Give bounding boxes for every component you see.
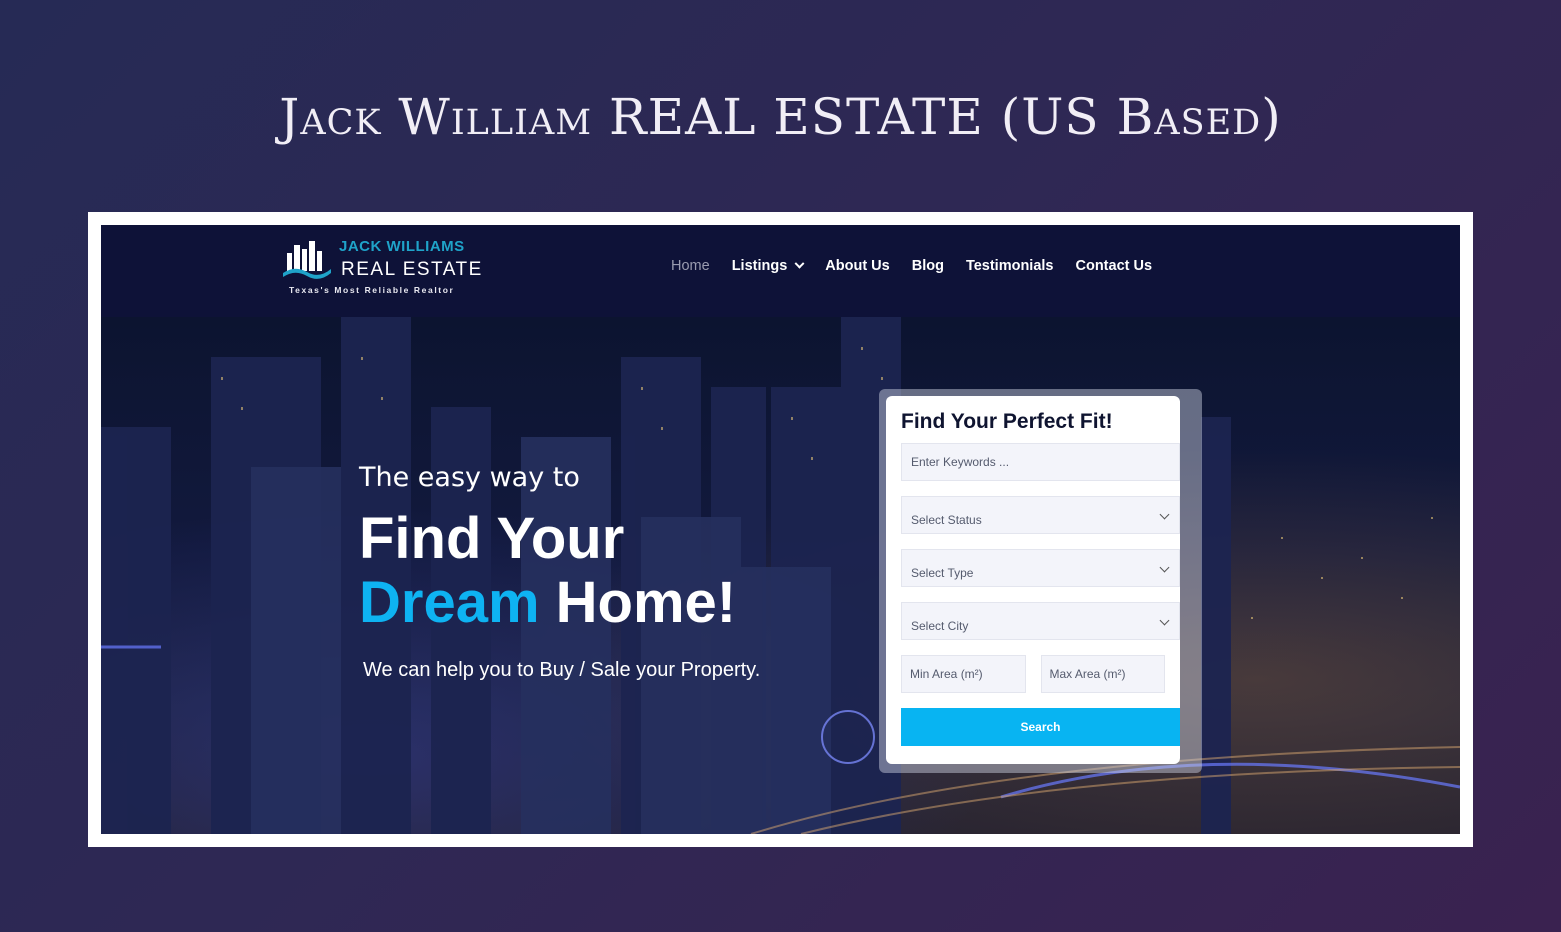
main-menu: Home Listings About Us Blog Testimonials… [671, 258, 1174, 274]
status-select[interactable]: Select Status [901, 496, 1180, 534]
hero-section: The easy way to Find Your Dream Home! We… [101, 317, 1460, 834]
website: JACK WILLIAMS REAL ESTATE Texas's Most R… [101, 225, 1460, 834]
city-skyline-background [101, 317, 1460, 834]
search-title: Find Your Perfect Fit! [901, 410, 1113, 433]
min-area-placeholder: Min Area (m²) [910, 667, 983, 681]
type-select[interactable]: Select Type [901, 549, 1180, 587]
chevron-down-icon [1159, 615, 1170, 626]
chevron-down-icon [1159, 562, 1170, 573]
showcase-title: Jack William REAL ESTATE (US Based) [279, 88, 1282, 146]
search-card-backdrop: Find Your Perfect Fit! Enter Keywords ..… [879, 389, 1202, 773]
screenshot-frame: JACK WILLIAMS REAL ESTATE Texas's Most R… [88, 212, 1473, 847]
nav-blog[interactable]: Blog [912, 258, 944, 274]
nav-home[interactable]: Home [671, 258, 710, 274]
hero-subline: We can help you to Buy / Sale your Prope… [363, 659, 761, 681]
headline-rest: Home! [539, 570, 737, 635]
logo-subname: REAL ESTATE [341, 259, 483, 280]
max-area-placeholder: Max Area (m²) [1049, 667, 1126, 681]
headline-accent: Dream [359, 570, 540, 635]
chevron-down-icon [794, 258, 805, 269]
skyline-logo-icon [283, 241, 331, 279]
min-area-input[interactable]: Min Area (m²) [901, 655, 1026, 693]
nav-contact-us[interactable]: Contact Us [1076, 258, 1153, 274]
logo-tagline: Texas's Most Reliable Realtor [289, 285, 455, 295]
city-select[interactable]: Select City [901, 602, 1180, 640]
hero-tagline: The easy way to [359, 462, 580, 493]
city-select-label: Select City [911, 619, 969, 633]
max-area-input[interactable]: Max Area (m²) [1040, 655, 1165, 693]
nav-listings-label: Listings [731, 258, 788, 274]
site-logo[interactable]: JACK WILLIAMS REAL ESTATE Texas's Most R… [283, 237, 483, 301]
property-search-form: Find Your Perfect Fit! Enter Keywords ..… [886, 396, 1180, 764]
nav-testimonials[interactable]: Testimonials [966, 258, 1054, 274]
nav-listings[interactable]: Listings [731, 258, 805, 274]
area-range-row: Min Area (m²) Max Area (m²) [901, 655, 1165, 693]
hero-headline: Find Your Dream Home! [359, 507, 760, 635]
keywords-placeholder: Enter Keywords ... [911, 455, 1010, 469]
search-button[interactable]: Search [901, 708, 1180, 746]
headline-line-1: Find Your [359, 506, 625, 571]
keywords-input[interactable]: Enter Keywords ... [901, 443, 1180, 481]
chevron-down-icon [1159, 509, 1170, 520]
logo-name: JACK WILLIAMS [339, 238, 465, 255]
nav-about-us[interactable]: About Us [825, 258, 889, 274]
header-nav: JACK WILLIAMS REAL ESTATE Texas's Most R… [101, 225, 1460, 317]
headline-line-2: Dream Home! [359, 571, 760, 635]
type-select-label: Select Type [911, 566, 974, 580]
status-select-label: Select Status [911, 513, 982, 527]
hero-copy: The easy way to Find Your Dream Home! We… [359, 462, 760, 682]
